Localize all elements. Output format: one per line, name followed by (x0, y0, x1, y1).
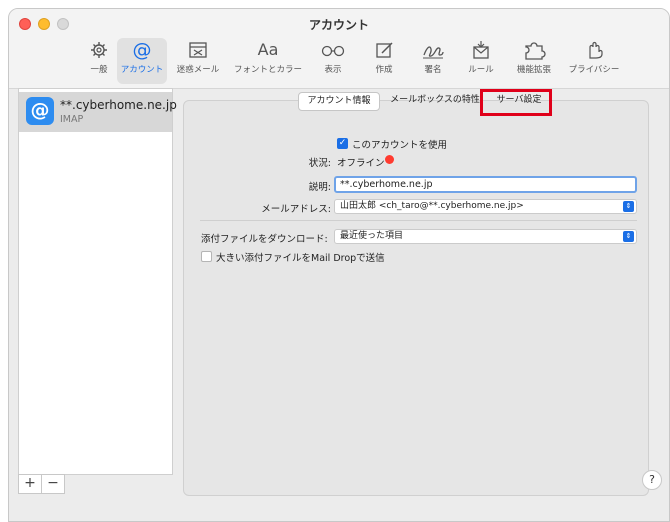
description-field[interactable]: **.cyberhome.ne.jp (334, 176, 637, 193)
svg-text:@: @ (133, 39, 152, 61)
settings-pane (183, 100, 649, 496)
toolbar-accounts[interactable]: @ アカウント (120, 39, 164, 75)
signature-icon (423, 46, 444, 59)
description-label: 説明: (308, 182, 331, 193)
window-title: アカウント (308, 18, 369, 32)
help-button[interactable]: ? (642, 470, 662, 490)
toolbar-label: 迷惑メール (176, 65, 220, 75)
toolbar-rules[interactable]: ルール (461, 39, 501, 75)
gear-icon (91, 42, 107, 58)
toolbar-label: アカウント (120, 65, 164, 75)
mail-drop-label: 大きい添付ファイルをMail Dropで送信 (216, 253, 385, 264)
download-attachments-popup[interactable]: 最近使った項目 ⇕ (334, 229, 637, 244)
download-attachments-label: 添付ファイルをダウンロード: (201, 234, 328, 245)
account-buttons: + − (18, 474, 173, 496)
toolbar-signatures[interactable]: 署名 (413, 39, 453, 75)
email-label: メールアドレス: (261, 204, 331, 215)
toolbar-viewing[interactable]: 表示 (313, 39, 353, 75)
toolbar-label: 作成 (375, 65, 393, 75)
toolbar-fonts-colors[interactable]: Aa フォントとカラー (231, 39, 305, 75)
toolbar-label: 表示 (324, 65, 342, 75)
email-value: 山田太郎 <ch_taro@**.cyberhome.ne.jp> (340, 201, 524, 211)
toolbar: アカウント 一般 @ アカウント 迷惑メール Aa フォントとカラー 表示 作成 (9, 9, 669, 89)
toolbar-label: ルール (468, 65, 494, 75)
status-value: オフライン (337, 158, 385, 169)
puzzle-icon (525, 42, 546, 60)
toolbar-label: プライバシー (568, 65, 620, 75)
remove-account-button[interactable]: − (41, 474, 65, 494)
toolbar-label: 機能拡張 (516, 65, 551, 75)
tab-mailbox-behaviors[interactable]: メールボックスの特性 (384, 92, 486, 111)
enable-account-label: このアカウントを使用 (352, 140, 448, 151)
email-popup[interactable]: 山田太郎 <ch_taro@**.cyberhome.ne.jp> ⇕ (334, 199, 637, 214)
hand-icon (589, 41, 603, 59)
toolbar-composing[interactable]: 作成 (364, 39, 404, 75)
status-indicator (385, 155, 394, 164)
divider (200, 220, 637, 221)
account-row[interactable]: @ **.cyberhome.ne.jp IMAP (19, 92, 177, 132)
enable-account-checkbox[interactable]: ✓ (337, 138, 348, 149)
toolbar-label: フォントとカラー (233, 65, 302, 75)
toolbar-junk-mail[interactable]: 迷惑メール (171, 39, 225, 75)
toolbar-label: 一般 (90, 65, 108, 75)
at-icon: @ (133, 39, 152, 61)
toolbar-general[interactable]: 一般 (77, 39, 121, 75)
toolbar-extensions[interactable]: 機能拡張 (511, 39, 557, 75)
mail-drop-checkbox[interactable] (201, 251, 212, 262)
compose-icon (376, 42, 393, 58)
toolbar-label: 署名 (424, 65, 442, 75)
highlight-box (480, 89, 552, 116)
popup-chevron-icon: ⇕ (623, 231, 634, 242)
rules-icon (473, 41, 489, 59)
download-attachments-value: 最近使った項目 (340, 231, 404, 241)
add-account-button[interactable]: + (18, 474, 42, 494)
font-icon: Aa (257, 40, 279, 59)
mail-account-icon: @ (26, 97, 54, 125)
toolbar-privacy[interactable]: プライバシー (565, 39, 623, 75)
popup-chevron-icon: ⇕ (623, 201, 634, 212)
tab-account-info[interactable]: アカウント情報 (298, 92, 380, 111)
status-label: 状況: (308, 158, 331, 169)
junk-mail-icon (189, 42, 207, 58)
accounts-list[interactable]: @ **.cyberhome.ne.jp IMAP (18, 88, 177, 475)
account-name: **.cyberhome.ne.jp (60, 98, 177, 112)
account-type: IMAP (60, 114, 84, 125)
glasses-icon (321, 45, 345, 57)
